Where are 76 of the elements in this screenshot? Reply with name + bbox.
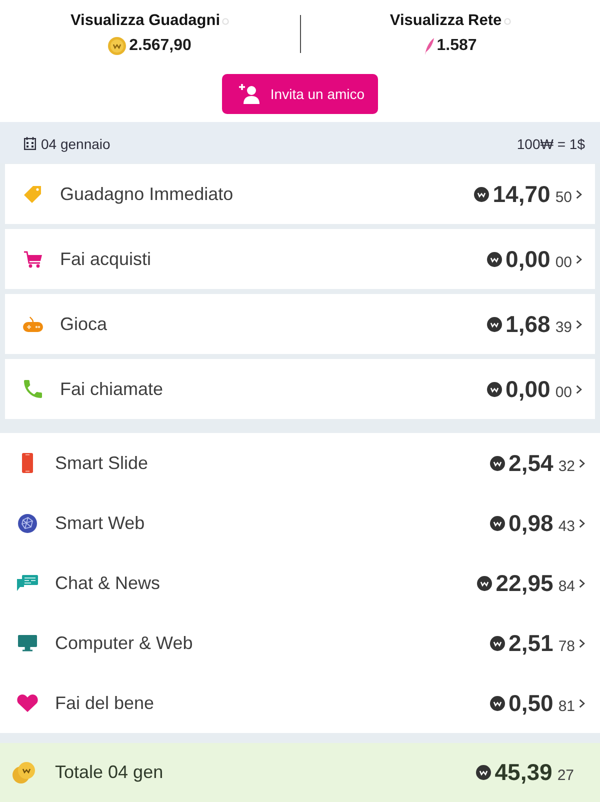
category-label: Smart Slide bbox=[55, 452, 150, 474]
ring-icon bbox=[504, 18, 511, 24]
coin-icon bbox=[474, 186, 489, 202]
category-label: Guadagno Immediato bbox=[60, 184, 234, 204]
earning-card[interactable]: Guadagno Immediato 14,70 50 bbox=[5, 164, 595, 224]
coins-icon bbox=[12, 762, 36, 784]
chevron-right-icon bbox=[576, 320, 582, 328]
stat-title-link[interactable]: Visualizza Guadagni bbox=[70, 12, 220, 30]
amount-decimals: 78 bbox=[558, 638, 575, 654]
amount-value: 0,00 bbox=[506, 246, 550, 272]
category-label: Computer & Web bbox=[55, 632, 194, 654]
earning-card[interactable]: Fai chiamate 0,00 00 bbox=[5, 359, 595, 419]
gamepad-icon bbox=[23, 316, 43, 332]
stat-value: 2.567,90 bbox=[129, 37, 192, 55]
coin-icon bbox=[476, 576, 492, 590]
coin-icon bbox=[486, 316, 502, 332]
amount-value: 0,00 bbox=[506, 376, 550, 402]
amount-decimals: 32 bbox=[558, 458, 575, 474]
amount-decimals: 84 bbox=[558, 578, 575, 594]
coin-icon bbox=[490, 696, 505, 710]
chevron-right-icon bbox=[576, 254, 582, 264]
category-label: Chat & News bbox=[55, 572, 162, 594]
stat-value: 1.587 bbox=[436, 37, 477, 55]
phone-icon bbox=[24, 380, 42, 398]
coin-icon bbox=[486, 252, 502, 266]
amount-decimals: 81 bbox=[558, 698, 575, 714]
chevron-right-icon bbox=[576, 384, 582, 394]
coin-icon bbox=[486, 382, 502, 396]
feather-icon bbox=[424, 38, 434, 54]
amount-decimals: 00 bbox=[555, 384, 572, 400]
invite-friend-button[interactable]: Invita un amico bbox=[222, 74, 378, 114]
category-label: Fai chiamate bbox=[60, 378, 164, 400]
amount-decimals: 43 bbox=[558, 518, 575, 534]
calendar-icon bbox=[24, 137, 36, 150]
amount-value: 2,51 bbox=[508, 630, 554, 656]
amount-value: 45,39 bbox=[494, 759, 552, 786]
chevron-right-icon bbox=[579, 638, 585, 648]
amount-decimals: 27 bbox=[557, 767, 574, 784]
amount-value: 1,68 bbox=[506, 310, 550, 338]
coin-icon bbox=[490, 636, 505, 650]
amount-value: 0,50 bbox=[508, 690, 554, 716]
amount-value: 0,98 bbox=[508, 510, 554, 536]
amount-value: 2,54 bbox=[508, 450, 554, 476]
category-label: Fai del bene bbox=[55, 692, 156, 714]
amount-decimals: 50 bbox=[555, 188, 572, 206]
exchange-rate: 100₩ = 1$ bbox=[516, 136, 585, 152]
heart-icon bbox=[16, 694, 38, 712]
earning-card[interactable]: Fai acquisti 0,00 00 bbox=[5, 229, 595, 289]
date-label: 04 gennaio bbox=[41, 136, 110, 152]
amount-decimals: 00 bbox=[555, 254, 572, 270]
coin-icon bbox=[490, 456, 505, 470]
total-label: Totale 04 gen bbox=[55, 762, 164, 783]
category-label: Gioca bbox=[60, 314, 108, 334]
chevron-right-icon bbox=[576, 190, 582, 198]
chevron-right-icon bbox=[579, 458, 585, 468]
earning-card[interactable]: Gioca 1,68 39 bbox=[5, 294, 595, 354]
tag-icon bbox=[24, 185, 42, 203]
coin-icon bbox=[476, 765, 491, 780]
category-label: Fai acquisti bbox=[60, 248, 152, 270]
coin-icon bbox=[490, 516, 505, 530]
ring-icon bbox=[222, 18, 230, 24]
user-plus-icon bbox=[239, 84, 260, 104]
stat-title-link[interactable]: Visualizza Rete bbox=[390, 12, 502, 30]
chevron-right-icon bbox=[579, 698, 585, 708]
amount-decimals: 39 bbox=[555, 318, 572, 336]
amount-value: 14,70 bbox=[492, 180, 550, 208]
monitor-icon bbox=[18, 634, 36, 652]
chat-icon bbox=[16, 574, 38, 592]
amount-value: 22,95 bbox=[496, 570, 554, 596]
smartphone-icon bbox=[22, 453, 32, 473]
chevron-right-icon bbox=[579, 578, 585, 588]
category-label: Smart Web bbox=[55, 512, 146, 534]
cart-icon bbox=[24, 250, 42, 268]
globe-icon bbox=[18, 514, 36, 532]
chevron-right-icon bbox=[579, 518, 585, 528]
coin-icon bbox=[108, 37, 126, 55]
